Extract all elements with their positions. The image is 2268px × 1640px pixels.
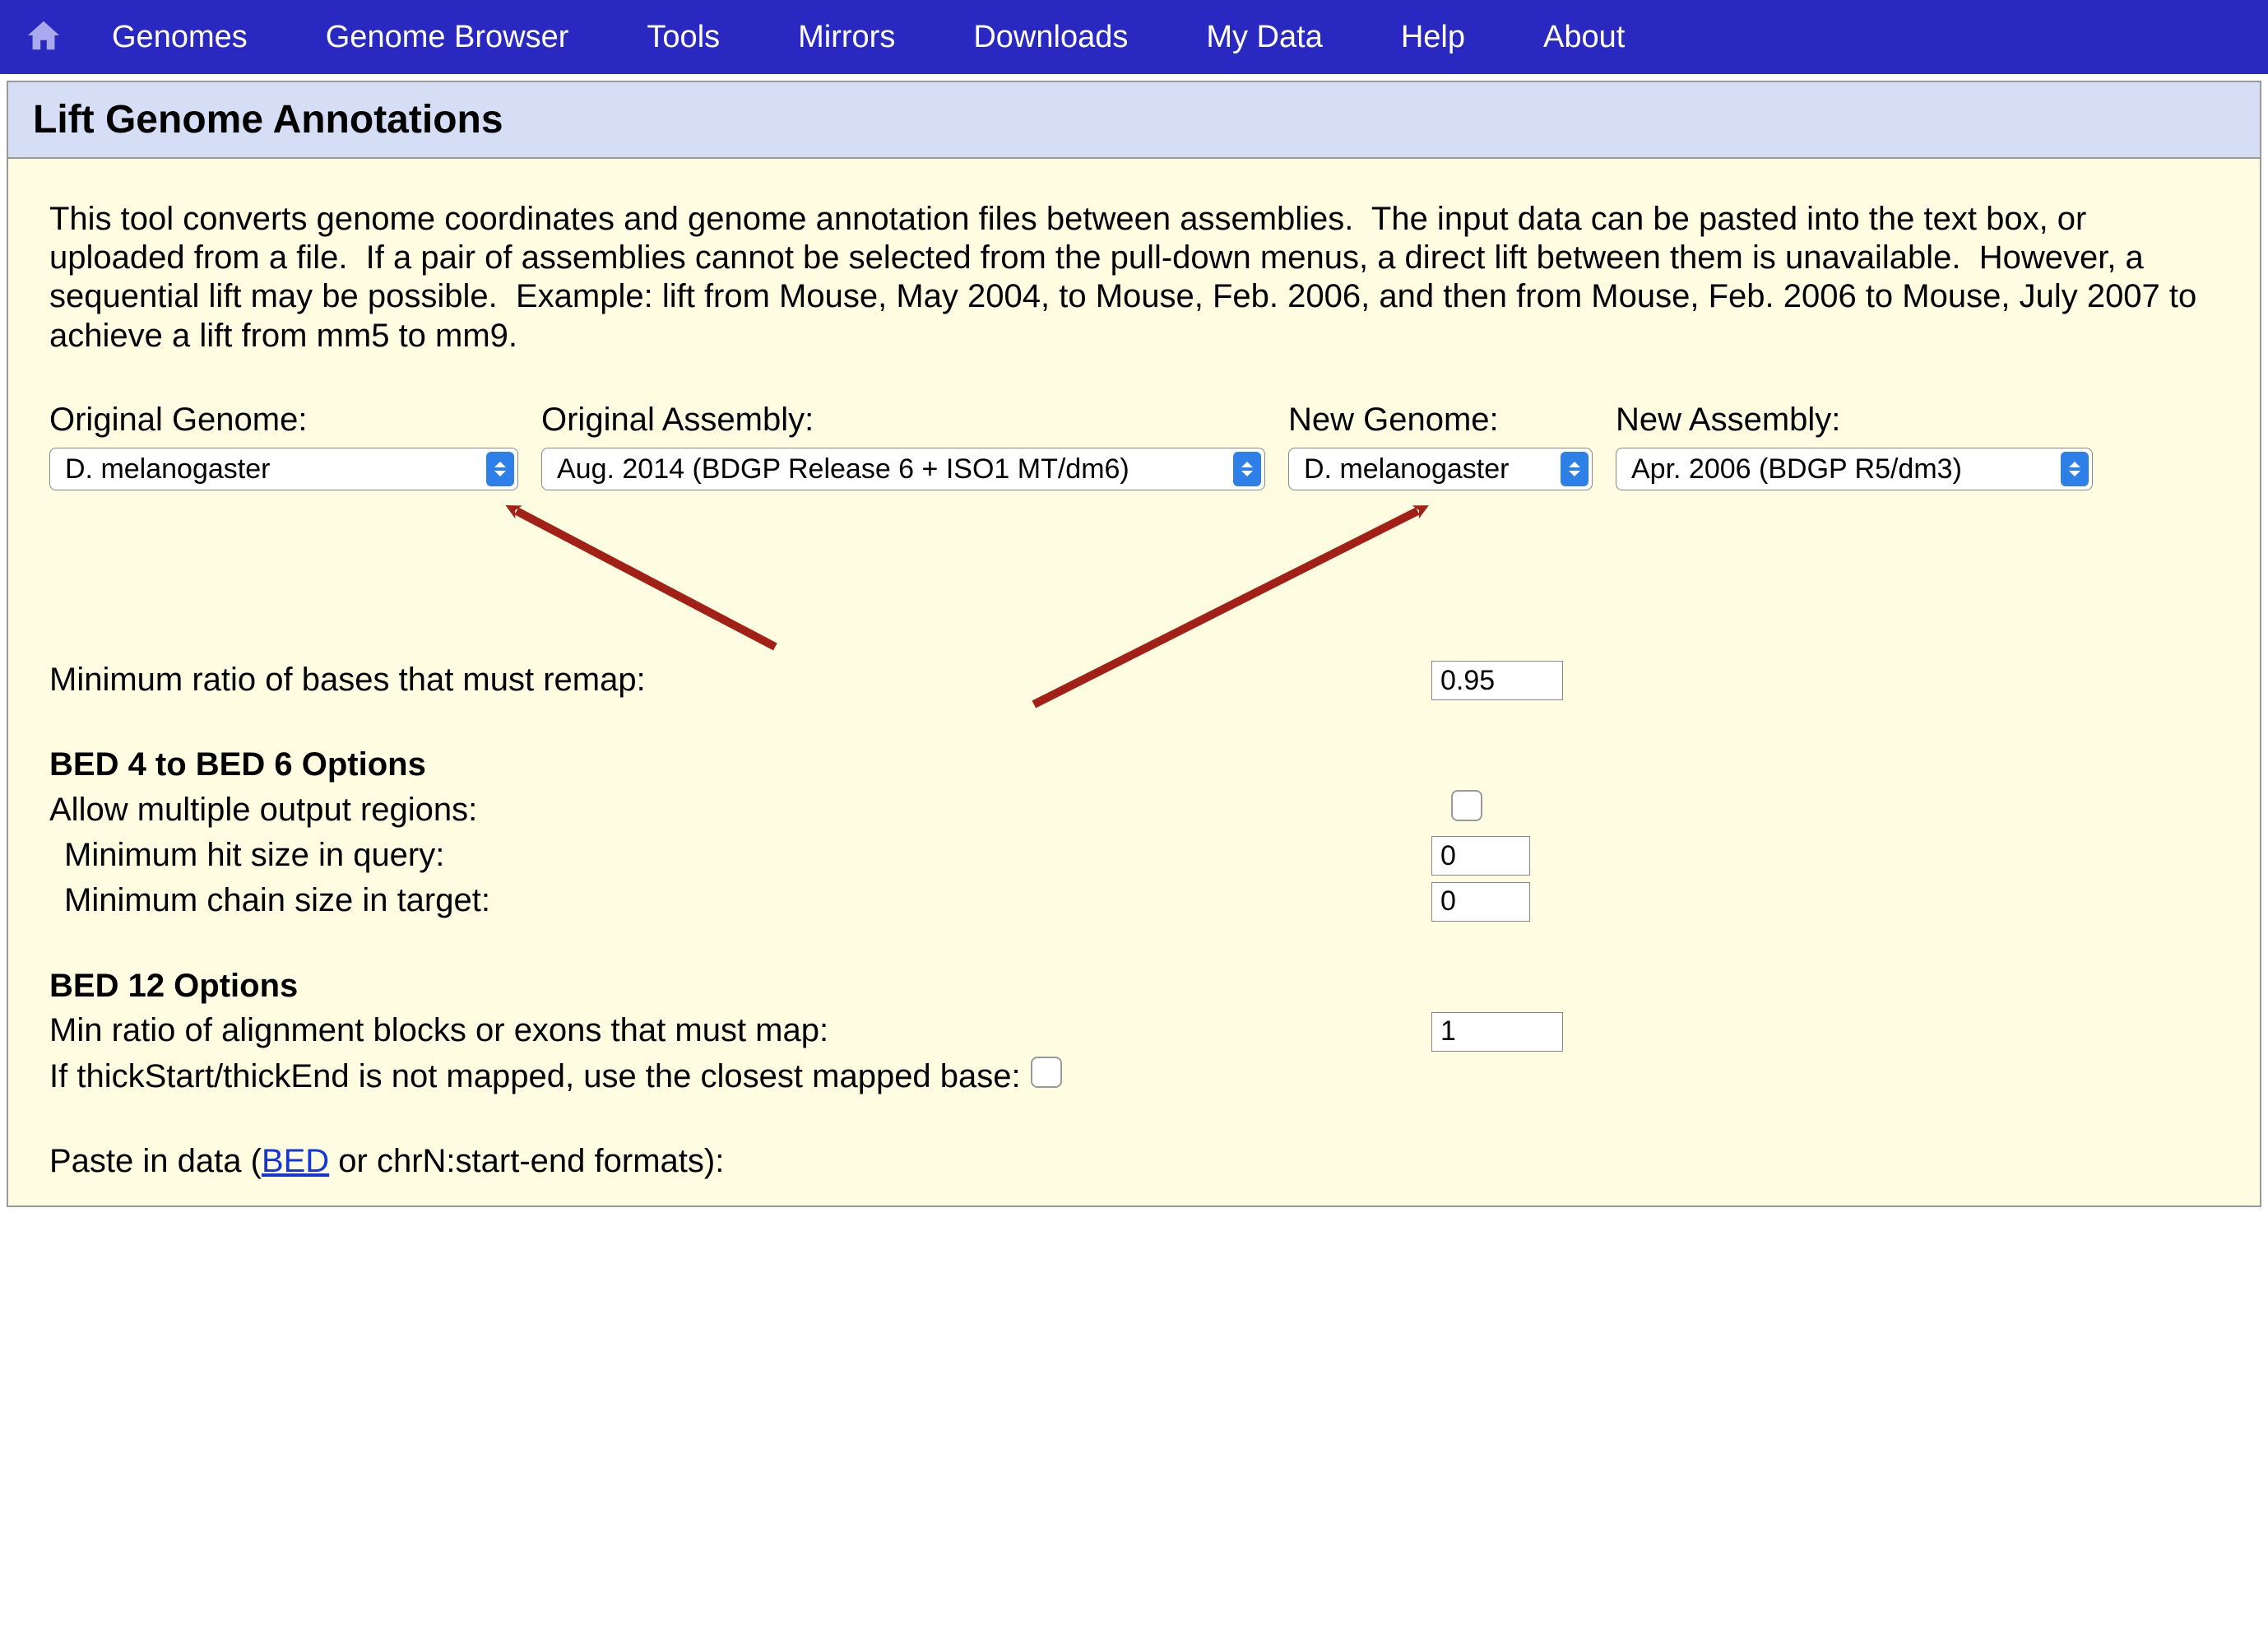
page-frame: Lift Genome Annotations This tool conver… [7, 81, 2261, 1207]
content-area: This tool converts genome coordinates an… [8, 159, 2260, 1206]
paste-data-prompt: Paste in data (BED or chrN:start-end for… [49, 1142, 2219, 1181]
nav-downloads[interactable]: Downloads [973, 20, 1128, 55]
nav-about[interactable]: About [1543, 20, 1625, 55]
min-hit-query-input[interactable] [1431, 836, 1530, 876]
thick-fallback-checkbox[interactable] [1031, 1057, 1062, 1088]
chevron-updown-icon [1233, 452, 1261, 486]
annotation-arrows [49, 499, 2219, 655]
original-assembly-select[interactable]: Aug. 2014 (BDGP Release 6 + ISO1 MT/dm6) [541, 448, 1265, 490]
original-assembly-label: Original Assembly: [541, 401, 1265, 439]
original-genome-value: D. melanogaster [65, 453, 270, 485]
assembly-selector-row: Original Genome: D. melanogaster Origina… [49, 401, 2219, 490]
original-assembly-value: Aug. 2014 (BDGP Release 6 + ISO1 MT/dm6) [557, 453, 1129, 485]
paste-prefix: Paste in data ( [49, 1143, 262, 1179]
thick-fallback-label: If thickStart/thickEnd is not mapped, us… [49, 1057, 1021, 1096]
chevron-updown-icon [2061, 452, 2089, 486]
nav-my-data[interactable]: My Data [1206, 20, 1322, 55]
allow-multiple-checkbox[interactable] [1451, 790, 1482, 821]
bed12-heading: BED 12 Options [49, 967, 2219, 1006]
min-ratio-label: Minimum ratio of bases that must remap: [49, 661, 1431, 699]
bed46-heading: BED 4 to BED 6 Options [49, 746, 2219, 784]
nav-tools[interactable]: Tools [647, 20, 720, 55]
nav-genomes[interactable]: Genomes [112, 20, 248, 55]
new-genome-label: New Genome: [1288, 401, 1593, 439]
home-icon[interactable] [25, 16, 63, 58]
new-assembly-label: New Assembly: [1616, 401, 2093, 439]
chevron-updown-icon [486, 452, 514, 486]
new-genome-select[interactable]: D. melanogaster [1288, 448, 1593, 490]
new-genome-value: D. melanogaster [1304, 453, 1509, 485]
bed-format-link[interactable]: BED [262, 1143, 329, 1179]
original-genome-select[interactable]: D. melanogaster [49, 448, 518, 490]
intro-text: This tool converts genome coordinates an… [49, 200, 2219, 355]
nav-genome-browser[interactable]: Genome Browser [326, 20, 569, 55]
page-title-bar: Lift Genome Annotations [8, 82, 2260, 159]
allow-multiple-label: Allow multiple output regions: [49, 791, 1431, 829]
new-assembly-select[interactable]: Apr. 2006 (BDGP R5/dm3) [1616, 448, 2093, 490]
top-nav: Genomes Genome Browser Tools Mirrors Dow… [0, 0, 2268, 74]
min-chain-target-label: Minimum chain size in target: [64, 881, 1431, 920]
original-genome-label: Original Genome: [49, 401, 518, 439]
page-title: Lift Genome Annotations [33, 97, 2235, 142]
chevron-updown-icon [1561, 452, 1589, 486]
min-block-ratio-label: Min ratio of alignment blocks or exons t… [49, 1011, 1431, 1050]
min-chain-target-input[interactable] [1431, 882, 1530, 922]
nav-mirrors[interactable]: Mirrors [798, 20, 895, 55]
new-assembly-value: Apr. 2006 (BDGP R5/dm3) [1631, 453, 1962, 485]
min-ratio-input[interactable] [1431, 661, 1563, 700]
min-block-ratio-input[interactable] [1431, 1012, 1563, 1052]
nav-help[interactable]: Help [1401, 20, 1465, 55]
paste-suffix: or chrN:start-end formats): [329, 1143, 724, 1179]
min-hit-query-label: Minimum hit size in query: [64, 836, 1431, 875]
